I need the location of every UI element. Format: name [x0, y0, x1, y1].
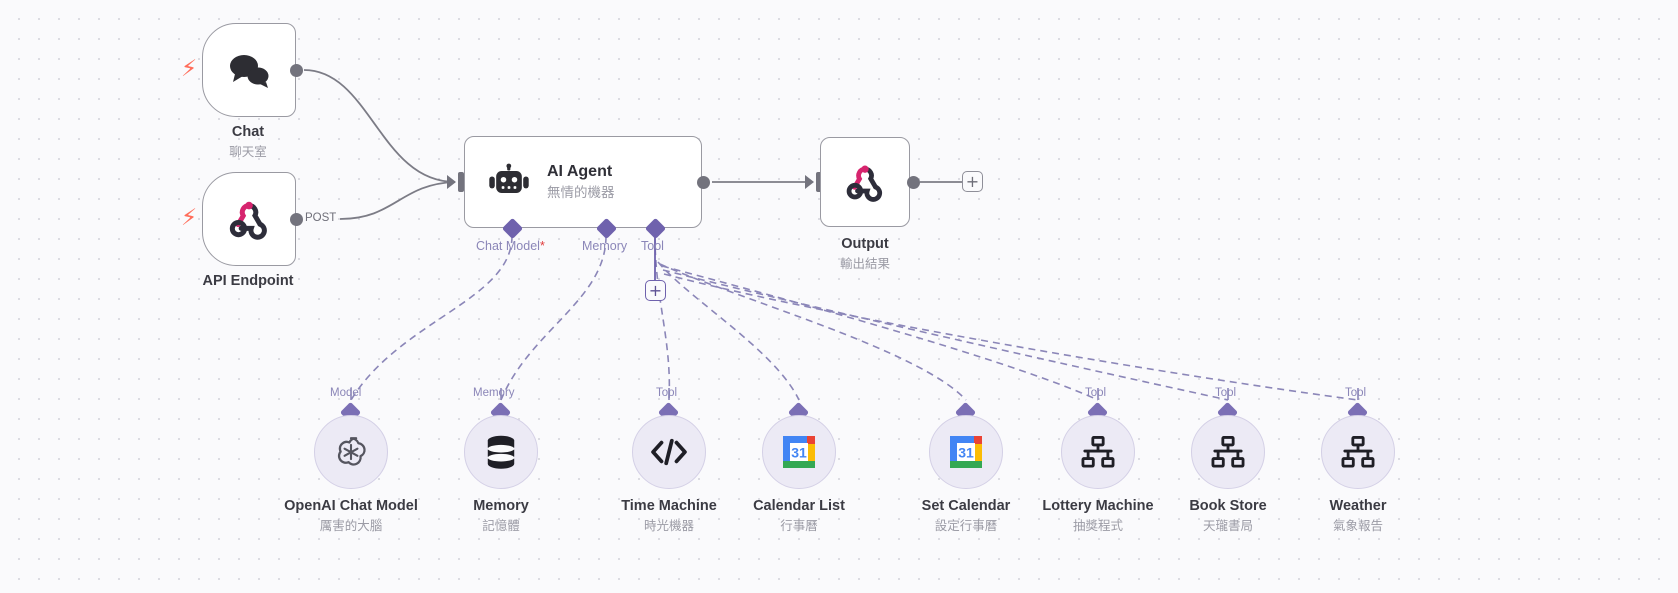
webhook-icon: [226, 196, 272, 242]
sub-port-label-lottery-machine: Tool: [1085, 387, 1107, 399]
google-calendar-icon: 31: [948, 434, 984, 470]
ai-agent-port-label-chat-model: Chat Model*: [476, 239, 545, 253]
output-input-arrow-icon: [805, 175, 814, 189]
node-title-ai-agent: AI Agent: [547, 162, 613, 180]
sitemap-icon: [1211, 436, 1245, 468]
node-calendar-list[interactable]: 31: [762, 415, 836, 489]
sitemap-icon: [1341, 436, 1375, 468]
node-subtitle-calendar-list: 行事曆: [780, 519, 818, 534]
api-trigger-bolt-icon: ⚡: [181, 205, 198, 231]
node-weather[interactable]: [1321, 415, 1395, 489]
node-title-output: Output: [841, 236, 889, 252]
ai-agent-port-label-tool: Tool: [641, 239, 664, 253]
node-title-api-endpoint: API Endpoint: [202, 273, 294, 289]
api-endpoint-method-label: POST: [305, 212, 337, 224]
node-lottery-machine[interactable]: [1061, 415, 1135, 489]
node-caption-lottery-machine: Lottery Machine 抽獎程式: [1018, 496, 1178, 536]
ai-agent-port-label-memory: Memory: [582, 239, 628, 253]
chat-trigger-bolt-icon: ⚡: [181, 56, 198, 82]
node-caption-set-calendar: Set Calendar 設定行事曆: [886, 496, 1046, 536]
database-icon: [484, 433, 518, 471]
svg-text:31: 31: [958, 445, 974, 461]
node-subtitle-output: 輸出結果: [839, 257, 890, 272]
sitemap-icon: [1081, 436, 1115, 468]
node-subtitle-ai-agent: 無情的機器: [547, 184, 615, 200]
node-subtitle-lottery-machine: 抽獎程式: [1072, 519, 1123, 534]
node-openai-chat-model[interactable]: [314, 415, 388, 489]
node-caption-memory: Memory 記憶體: [421, 496, 581, 536]
code-icon: [649, 437, 689, 467]
node-output[interactable]: [820, 137, 910, 227]
svg-text:31: 31: [791, 445, 807, 461]
sub-port-label-time-machine: Tool: [656, 387, 678, 399]
node-subtitle-book-store: 天瓏書局: [1202, 519, 1253, 534]
webhook-icon: [843, 160, 887, 204]
chat-bubbles-icon: [226, 50, 272, 90]
node-book-store[interactable]: [1191, 415, 1265, 489]
node-caption-output: Output 輸出結果: [779, 234, 951, 274]
robot-icon: [487, 163, 531, 201]
sub-port-label-book-store: Tool: [1215, 387, 1237, 399]
workflow-canvas[interactable]: ⚡ Chat 聊天室 ⚡ POST API Endpoint AI Agent …: [0, 0, 1678, 593]
node-subtitle-time-machine: 時光機器: [643, 519, 694, 534]
node-title-chat: Chat: [231, 124, 265, 140]
add-tool-button[interactable]: +: [645, 280, 666, 301]
node-api-endpoint[interactable]: [202, 172, 296, 266]
node-title-set-calendar: Set Calendar: [921, 498, 1011, 514]
node-title-lottery-machine: Lottery Machine: [1042, 498, 1154, 514]
add-node-button[interactable]: +: [962, 171, 983, 192]
openai-icon: [332, 433, 370, 471]
node-caption-openai-chat-model: OpenAI Chat Model 厲害的大腦: [251, 496, 451, 536]
ai-agent-output-port[interactable]: [697, 176, 710, 189]
node-caption-calendar-list: Calendar List 行事曆: [719, 496, 879, 536]
google-calendar-icon: 31: [781, 434, 817, 470]
node-subtitle-openai-chat-model: 厲害的大腦: [319, 519, 383, 534]
node-title-book-store: Book Store: [1189, 498, 1267, 514]
node-chat[interactable]: [202, 23, 296, 117]
node-title-openai-chat-model: OpenAI Chat Model: [284, 498, 418, 514]
node-subtitle-memory: 記憶體: [482, 519, 520, 534]
node-time-machine[interactable]: [632, 415, 706, 489]
node-title-calendar-list: Calendar List: [753, 498, 845, 514]
node-subtitle-weather: 氣象報告: [1332, 519, 1383, 534]
node-memory[interactable]: [464, 415, 538, 489]
sub-port-label-weather: Tool: [1345, 387, 1367, 399]
api-endpoint-output-port[interactable]: [290, 213, 303, 226]
node-caption-chat: Chat 聊天室: [162, 122, 334, 162]
output-output-port[interactable]: [907, 176, 920, 189]
node-caption-weather: Weather 氣象報告: [1278, 496, 1438, 536]
node-caption-time-machine: Time Machine 時光機器: [589, 496, 749, 536]
node-caption-api-endpoint: API Endpoint: [162, 271, 334, 292]
ai-agent-labels: AI Agent 無情的機器: [547, 162, 615, 202]
node-subtitle-set-calendar: 設定行事曆: [934, 519, 998, 534]
node-title-memory: Memory: [473, 498, 529, 514]
sub-port-label-memory: Memory: [473, 387, 515, 399]
node-ai-agent[interactable]: AI Agent 無情的機器: [464, 136, 702, 228]
node-caption-book-store: Book Store 天瓏書局: [1148, 496, 1308, 536]
node-title-weather: Weather: [1329, 498, 1387, 514]
sub-port-label-model: Model: [330, 387, 362, 399]
chat-output-port[interactable]: [290, 64, 303, 77]
ai-agent-input-arrow-icon: [447, 175, 456, 189]
node-set-calendar[interactable]: 31: [929, 415, 1003, 489]
node-title-time-machine: Time Machine: [621, 498, 717, 514]
node-subtitle-chat: 聊天室: [229, 145, 267, 160]
